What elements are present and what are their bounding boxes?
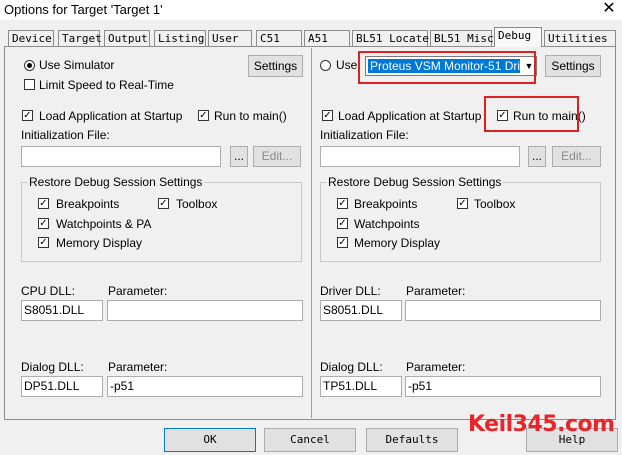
tab-bl51-locate[interactable]: BL51 Locate [352, 30, 429, 46]
watermark-logo: Keil345.com [468, 412, 615, 437]
init-file-input-right[interactable] [320, 146, 520, 167]
tab-output[interactable]: Output [104, 30, 150, 46]
panel-divider [311, 48, 312, 418]
init-file-edit-button-right[interactable]: Edit... [552, 146, 601, 167]
tab-a51[interactable]: A51 [304, 30, 350, 46]
restore-settings-title: Restore Debug Session Settings [27, 175, 205, 189]
defaults-button[interactable]: Defaults [366, 428, 458, 452]
toolbox-label: Toolbox [176, 197, 218, 211]
driver-select[interactable]: Proteus VSM Monitor-51 Driver ▼ [365, 56, 537, 76]
dialog-dll-label: Dialog DLL: [21, 360, 84, 374]
title-bar: Options for Target 'Target 1' ✕ [0, 0, 622, 20]
restore-settings-title-right: Restore Debug Session Settings [326, 175, 504, 189]
limit-speed-checkbox[interactable] [24, 79, 35, 90]
watchpoints-label-right: Watchpoints [354, 217, 420, 231]
dialog-param-label-right: Parameter: [406, 360, 466, 374]
driver-settings-button[interactable]: Settings [545, 55, 601, 77]
driver-dll-input[interactable]: S8051.DLL [320, 300, 402, 321]
tab-user[interactable]: User [208, 30, 252, 46]
run-to-main-checkbox[interactable]: ✓ [198, 110, 209, 121]
dialog-dll-input[interactable]: DP51.DLL [21, 376, 103, 397]
run-to-main-label-right: Run to main() [513, 109, 586, 123]
memory-display-checkbox[interactable]: ✓ [38, 237, 49, 248]
tab-bl51-misc[interactable]: BL51 Misc [430, 30, 494, 46]
use-driver-radio[interactable] [320, 60, 331, 71]
memory-display-label: Memory Display [56, 236, 143, 250]
load-app-label: Load Application at Startup [39, 109, 183, 123]
load-app-checkbox[interactable]: ✓ [22, 110, 33, 121]
breakpoints-label-right: Breakpoints [354, 197, 418, 211]
simulator-settings-button[interactable]: Settings [248, 55, 303, 77]
breakpoints-checkbox-right[interactable]: ✓ [337, 198, 348, 209]
tab-listing[interactable]: Listing [154, 30, 206, 46]
use-simulator-radio[interactable] [24, 60, 35, 71]
cpu-param-input[interactable] [107, 300, 303, 321]
dialog-dll-input-right[interactable]: TP51.DLL [320, 376, 402, 397]
dialog-param-input[interactable]: -p51 [107, 376, 303, 397]
ok-button[interactable]: OK [164, 428, 256, 452]
radio-selected-dot [27, 63, 32, 68]
cpu-dll-input[interactable]: S8051.DLL [21, 300, 103, 321]
breakpoints-checkbox[interactable]: ✓ [38, 198, 49, 209]
watchpoints-label: Watchpoints & PA [56, 217, 152, 231]
load-app-label-right: Load Application at Startup [338, 109, 482, 123]
init-file-input[interactable] [21, 146, 221, 167]
use-driver-label: Use: [336, 58, 361, 72]
dialog-param-label: Parameter: [108, 360, 168, 374]
load-app-checkbox-right[interactable]: ✓ [322, 110, 333, 121]
cpu-dll-label: CPU DLL: [21, 284, 76, 298]
tab-target[interactable]: Target [58, 30, 102, 46]
breakpoints-label: Breakpoints [56, 197, 120, 211]
watchpoints-checkbox[interactable]: ✓ [38, 218, 49, 229]
toolbox-checkbox[interactable]: ✓ [158, 198, 169, 209]
memory-display-label-right: Memory Display [354, 236, 441, 250]
init-file-edit-button[interactable]: Edit... [253, 146, 301, 167]
run-to-main-label: Run to main() [214, 109, 287, 123]
driver-select-value: Proteus VSM Monitor-51 Driver [367, 58, 521, 74]
dialog-dll-label-right: Dialog DLL: [320, 360, 383, 374]
driver-param-input[interactable] [405, 300, 601, 321]
watchpoints-checkbox-right[interactable]: ✓ [337, 218, 348, 229]
chevron-down-icon[interactable]: ▼ [522, 58, 536, 74]
tab-device[interactable]: Device [8, 30, 54, 46]
driver-dll-label: Driver DLL: [320, 284, 381, 298]
dialog-param-input-right[interactable]: -p51 [405, 376, 601, 397]
tab-debug[interactable]: Debug [494, 27, 542, 47]
close-icon[interactable]: ✕ [596, 0, 622, 20]
cancel-button[interactable]: Cancel [264, 428, 356, 452]
toolbox-label-right: Toolbox [474, 197, 516, 211]
window-title: Options for Target 'Target 1' [4, 2, 163, 17]
tab-utilities[interactable]: Utilities [544, 30, 616, 46]
toolbox-checkbox-right[interactable]: ✓ [457, 198, 468, 209]
tab-c51[interactable]: C51 [256, 30, 302, 46]
init-file-browse-button[interactable]: ... [230, 146, 248, 167]
cpu-param-label: Parameter: [108, 284, 168, 298]
init-file-label-right: Initialization File: [320, 128, 409, 142]
driver-param-label: Parameter: [406, 284, 466, 298]
limit-speed-label: Limit Speed to Real-Time [39, 78, 174, 92]
init-file-browse-button-right[interactable]: ... [528, 146, 546, 167]
init-file-label: Initialization File: [21, 128, 110, 142]
run-to-main-checkbox-right[interactable]: ✓ [497, 110, 508, 121]
use-simulator-label: Use Simulator [39, 58, 115, 72]
memory-display-checkbox-right[interactable]: ✓ [337, 237, 348, 248]
